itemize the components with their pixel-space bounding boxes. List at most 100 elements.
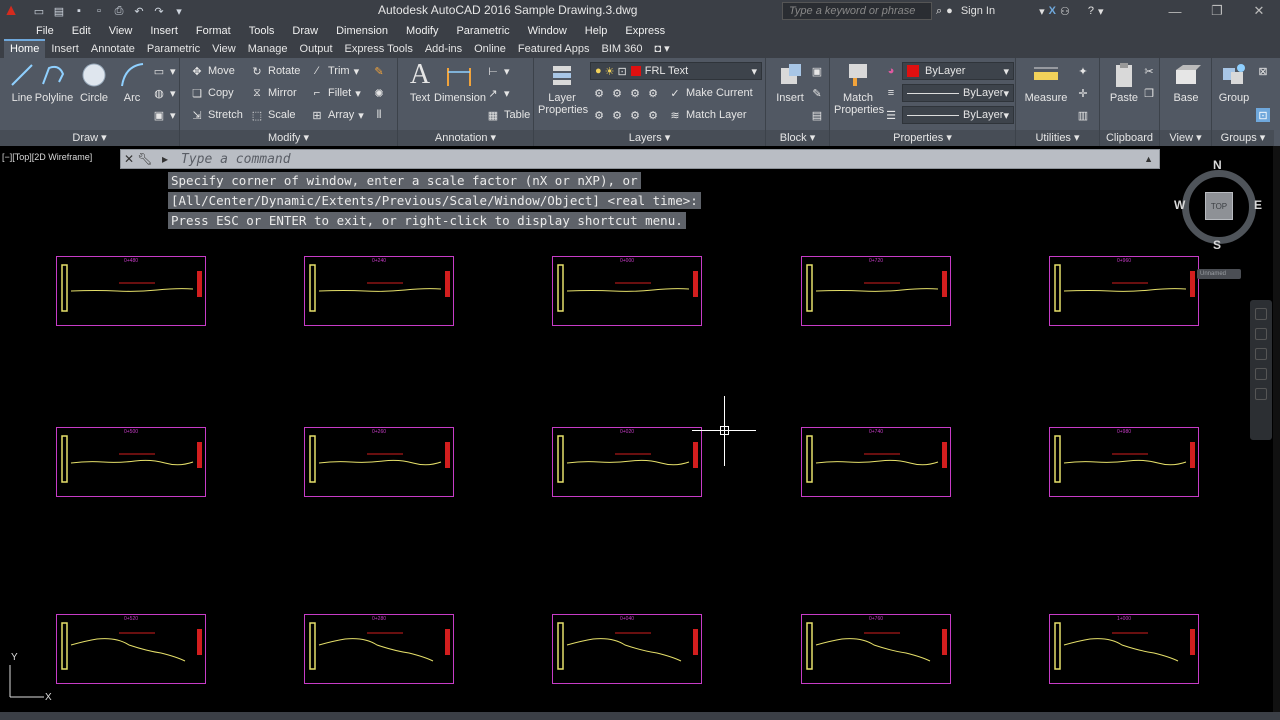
command-close-icon[interactable]: ✕	[121, 152, 137, 166]
menu-modify[interactable]: Modify	[406, 25, 438, 37]
tab-annotate[interactable]: Annotate	[85, 41, 141, 58]
dimension-button[interactable]: Dimension	[434, 60, 486, 104]
tab-output[interactable]: Output	[294, 41, 339, 58]
minimize-icon[interactable]: —	[1154, 4, 1196, 19]
trim-button[interactable]: ⁄ Trim ▾	[310, 62, 359, 80]
panel-draw-footer[interactable]: Draw ▾	[0, 130, 179, 146]
vertical-scrollbar[interactable]	[1273, 146, 1280, 712]
tab-add-ins[interactable]: Add-ins	[419, 41, 468, 58]
panel-properties-footer[interactable]: Properties ▾	[830, 130, 1015, 146]
tab-parametric[interactable]: Parametric	[141, 41, 206, 58]
menu-file[interactable]: File	[36, 25, 54, 37]
profile-sheet[interactable]: 0+760	[801, 614, 951, 684]
base-button[interactable]: Base	[1164, 60, 1208, 104]
menu-express[interactable]: Express	[625, 25, 665, 37]
menu-draw[interactable]: Draw	[292, 25, 318, 37]
arc-button[interactable]: Arc	[110, 60, 154, 104]
save-as-icon[interactable]: ▫	[90, 3, 108, 19]
layer-dropdown[interactable]: ● ☀ ⊡ FRL Text ▾	[590, 62, 762, 80]
viewcube-top-face[interactable]: TOP	[1205, 192, 1233, 220]
command-input[interactable]: Type a command	[181, 152, 291, 167]
leader-button[interactable]: ↗ ▾	[486, 84, 509, 102]
panel-modify-footer[interactable]: Modify ▾	[180, 130, 397, 146]
orbit-icon[interactable]	[1255, 368, 1267, 380]
steering-wheel-icon[interactable]	[1255, 308, 1267, 320]
ungroup-button[interactable]: ⊠	[1256, 62, 1270, 80]
edit-block-button[interactable]: ✎	[810, 84, 824, 102]
create-block-button[interactable]: ▣	[810, 62, 824, 80]
undo-icon[interactable]: ↶	[130, 3, 148, 19]
menu-tools[interactable]: Tools	[249, 25, 275, 37]
help-dropdown-icon[interactable]: ▾	[1098, 5, 1104, 18]
move-button[interactable]: ✥ Move	[190, 62, 235, 80]
profile-sheet[interactable]: 0+280	[304, 614, 454, 684]
chevron-down-icon[interactable]: ▾	[1039, 5, 1045, 18]
tab-bim-360[interactable]: BIM 360	[595, 41, 648, 58]
boundary-button[interactable]: ▣ ▾	[152, 106, 176, 124]
compass-north[interactable]: N	[1213, 158, 1222, 172]
panel-utilities-footer[interactable]: Utilities ▾	[1016, 130, 1099, 146]
attribute-button[interactable]: ▤	[810, 106, 824, 124]
fillet-button[interactable]: ⌐ Fillet ▾	[310, 84, 361, 102]
panel-block-footer[interactable]: Block ▾	[766, 130, 829, 146]
compass-west[interactable]: W	[1174, 198, 1185, 212]
sign-in-button[interactable]: Sign In	[961, 5, 995, 17]
binoculars-icon[interactable]: ⌕	[936, 5, 942, 18]
tab-home[interactable]: Home	[4, 39, 46, 58]
menu-edit[interactable]: Edit	[72, 25, 91, 37]
quick-select-button[interactable]: ✦	[1076, 62, 1090, 80]
menu-parametric[interactable]: Parametric	[456, 25, 509, 37]
layer-tools-row-1[interactable]: ⚙ ⚙ ⚙ ⚙	[592, 84, 660, 102]
profile-sheet[interactable]: 0+980	[1049, 427, 1199, 497]
tab-express-tools[interactable]: Express Tools	[339, 41, 419, 58]
insert-button[interactable]: Insert	[768, 60, 812, 104]
copy-clip-button[interactable]: ❐	[1142, 84, 1156, 102]
profile-sheet[interactable]: 0+040	[552, 614, 702, 684]
tab-online[interactable]: Online	[468, 41, 512, 58]
profile-sheet[interactable]: 1+000	[1049, 614, 1199, 684]
profile-sheet[interactable]: 0+740	[801, 427, 951, 497]
mirror-button[interactable]: ⧖ Mirror	[250, 84, 297, 102]
profile-sheet[interactable]: 0+960	[1049, 256, 1199, 326]
profile-sheet[interactable]: 0+500	[56, 427, 206, 497]
qat-dropdown-icon[interactable]: ▾	[170, 3, 188, 19]
viewcube[interactable]: TOP N S W E	[1174, 158, 1262, 252]
polyline-button[interactable]: Polyline	[32, 60, 76, 104]
command-prompt-icon[interactable]: ▸	[157, 152, 173, 166]
exchange-icon[interactable]: X	[1049, 5, 1056, 17]
pan-icon[interactable]	[1255, 328, 1267, 340]
tab-featured-apps[interactable]: Featured Apps	[512, 41, 596, 58]
linear-dim-button[interactable]: ⊢ ▾	[486, 62, 509, 80]
panel-annotation-footer[interactable]: Annotation ▾	[398, 130, 533, 146]
layer-tools-row-2[interactable]: ⚙ ⚙ ⚙ ⚙	[592, 106, 660, 124]
offset-button[interactable]: ⫴	[372, 106, 386, 124]
print-icon[interactable]: ⎙	[110, 3, 128, 19]
layer-properties-button[interactable]: Layer Properties	[538, 60, 588, 116]
autocad-logo-icon[interactable]: ▲	[0, 0, 22, 22]
measure-button[interactable]: Measure	[1022, 60, 1070, 104]
array-button[interactable]: ⊞ Array ▾	[310, 106, 363, 124]
scale-button[interactable]: ⬚ Scale	[250, 106, 296, 124]
tab-view[interactable]: View	[206, 41, 242, 58]
make-current-button[interactable]: ✓ Make Current	[668, 84, 752, 102]
paste-button[interactable]: Paste	[1102, 60, 1146, 104]
new-file-icon[interactable]: ▭	[30, 3, 48, 19]
cut-button[interactable]: ✂	[1142, 62, 1156, 80]
menu-view[interactable]: View	[109, 25, 133, 37]
rotate-button[interactable]: ↻ Rotate	[250, 62, 300, 80]
command-history-chevron-icon[interactable]: ▲	[1144, 154, 1153, 164]
erase-button[interactable]: ✎	[372, 62, 386, 80]
viewport-controls[interactable]: [−][Top][2D Wireframe]	[2, 152, 92, 162]
color-dropdown[interactable]: ByLayer ▾	[902, 62, 1014, 80]
profile-sheet[interactable]: 0+720	[801, 256, 951, 326]
profile-sheet[interactable]: 0+020	[552, 427, 702, 497]
calculator-button[interactable]: ▥	[1076, 106, 1090, 124]
rectangle-button[interactable]: ▭ ▾	[152, 62, 176, 80]
linetype-dropdown[interactable]: ByLayer ▾	[902, 84, 1014, 102]
save-icon[interactable]: ▪	[70, 3, 88, 19]
drawing-area[interactable]: [−][Top][2D Wireframe] ✕ 🔧︎ ▸ Type a com…	[0, 146, 1280, 712]
menu-dimension[interactable]: Dimension	[336, 25, 388, 37]
tab-insert[interactable]: Insert	[45, 41, 85, 58]
open-folder-icon[interactable]: ▤	[50, 3, 68, 19]
lineweight-dropdown[interactable]: ByLayer ▾	[902, 106, 1014, 124]
